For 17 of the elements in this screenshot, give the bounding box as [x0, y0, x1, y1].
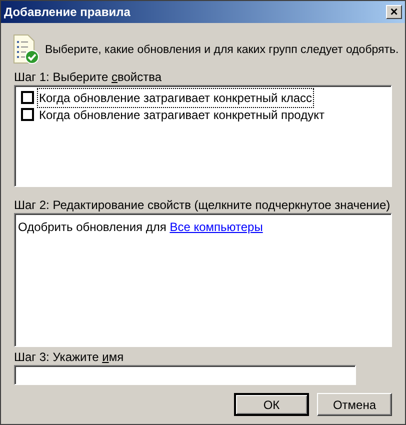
- step-label: Шаг 1: Выберите свойства: [14, 70, 163, 85]
- properties-list[interactable]: Когда обновление затрагивает конкретный класс Когда обновление затрагивает конкретный продукт: [14, 85, 392, 187]
- checkbox-label[interactable]: Когда обновление затрагивает конкретный класс: [38, 88, 314, 106]
- dialog-button[interactable]: ОК: [234, 393, 309, 416]
- step-label: Шаг 3: Укажите имя: [14, 350, 125, 365]
- close-button[interactable]: ×: [386, 5, 402, 19]
- instruction-text: Выберите, какие обновления и для каких групп следует одобрять.: [45, 43, 399, 58]
- checklist-icon: [13, 34, 39, 64]
- name-input-field[interactable]: [14, 365, 356, 385]
- dialog-button[interactable]: Отмена: [317, 393, 392, 416]
- computers-link[interactable]: Все компьютеры: [170, 220, 263, 234]
- checkbox[interactable]: [21, 91, 34, 104]
- step-label: Шаг 2: Редактирование свойств (щелкните подчеркнутое значение): [14, 198, 392, 213]
- checkbox-label[interactable]: Когда обновление затрагивает конкретный продукт: [38, 106, 326, 124]
- window-title: Добавление правила: [4, 4, 130, 21]
- rule-description: Одобрить обновления для Все компьютеры: [18, 220, 263, 234]
- checkbox[interactable]: [21, 108, 34, 121]
